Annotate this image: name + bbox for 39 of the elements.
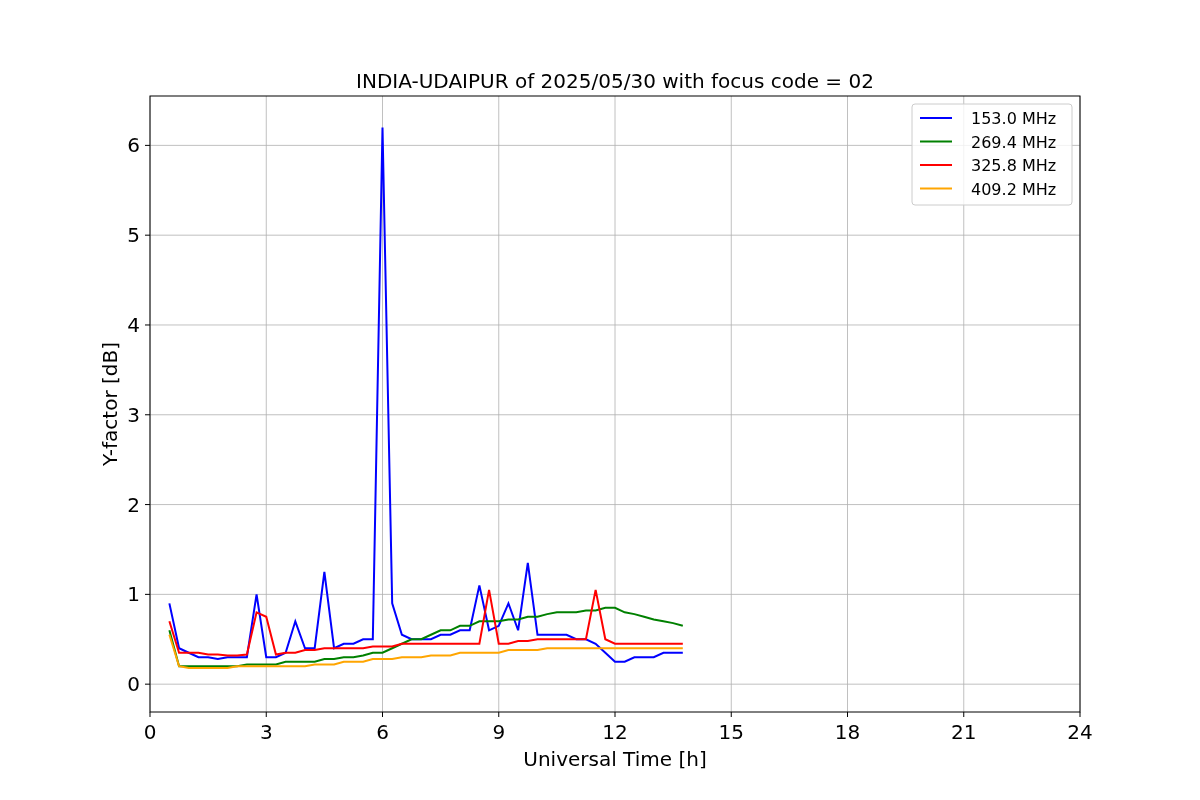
tick-label: 3 <box>259 720 273 744</box>
tick-mark <box>144 144 151 146</box>
tick-label: 3 <box>127 402 140 427</box>
tick-label: 12 <box>602 720 628 744</box>
tick-label: 6 <box>376 720 389 744</box>
tick-label: 9 <box>492 720 506 744</box>
tick-label: 0 <box>143 720 157 744</box>
tick-mark <box>963 711 965 718</box>
tick-mark <box>144 504 151 506</box>
legend-label: 153.0 MHz <box>971 109 1057 128</box>
axis-label: Universal Time [h] <box>523 747 707 771</box>
tick-label: 5 <box>127 223 140 248</box>
tick-label: 4 <box>127 313 140 337</box>
legend-label: 269.4 MHz <box>971 132 1057 152</box>
tick-mark <box>144 414 151 416</box>
tick-mark <box>498 711 500 718</box>
tick-mark <box>847 711 848 718</box>
tick-mark <box>144 593 151 595</box>
legend-label: 409.2 MHz <box>971 179 1057 199</box>
tick-mark <box>144 683 151 685</box>
tick-label: 15 <box>718 720 744 744</box>
tick-mark <box>382 711 383 718</box>
tick-mark <box>1079 711 1081 718</box>
tick-label: 6 <box>127 133 140 158</box>
tick-label: 0 <box>127 672 140 697</box>
tick-label: 24 <box>1067 720 1093 744</box>
tick-mark <box>614 711 616 718</box>
tick-mark <box>149 711 151 718</box>
tick-label: 18 <box>834 720 861 744</box>
tick-mark <box>144 324 151 326</box>
chart-title: INDIA-UDAIPUR of 2025/05/30 with focus code = 02 <box>356 69 874 93</box>
tick-label: 1 <box>127 582 140 607</box>
axis-label: Y-factor [dB] <box>98 342 122 466</box>
tick-mark <box>730 711 732 718</box>
tick-mark <box>144 234 151 236</box>
tick-mark <box>265 711 267 718</box>
tick-label: 21 <box>951 720 977 744</box>
tick-label: 2 <box>127 492 140 517</box>
legend-label: 325.8 MHz <box>971 156 1057 175</box>
